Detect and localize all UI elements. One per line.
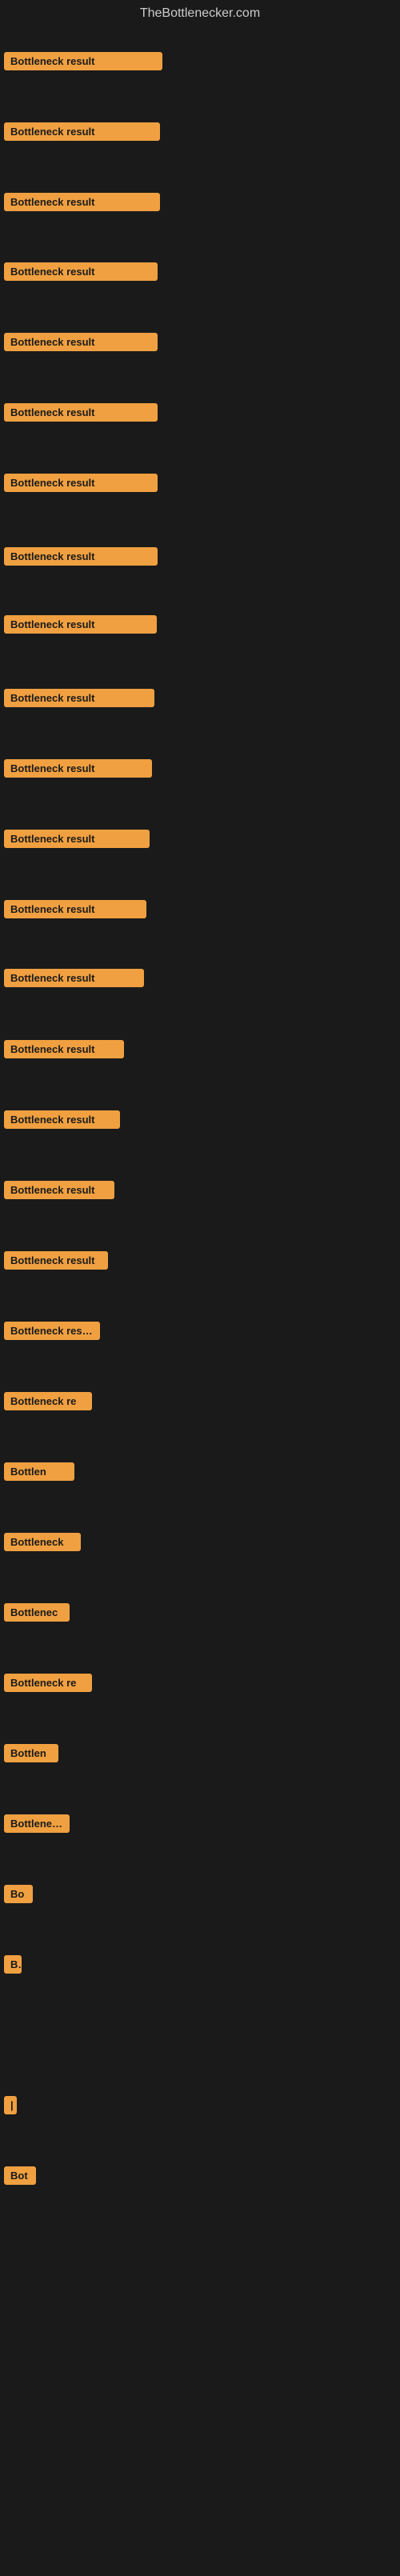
bottleneck-badge[interactable]: Bottleneck result — [4, 759, 152, 778]
result-row-1: Bottleneck result — [0, 46, 166, 81]
bottleneck-badge[interactable]: Bottlen — [4, 1462, 74, 1481]
bottleneck-badge[interactable]: Bottleneck result — [4, 1040, 124, 1058]
result-row-3: Bottleneck result — [0, 186, 164, 222]
result-row-25: Bottlen — [0, 1738, 62, 1773]
result-row-28: B — [0, 1949, 26, 1984]
result-row-21: Bottlen — [0, 1456, 78, 1491]
result-row-10: Bottleneck result — [0, 682, 158, 718]
result-row-4: Bottleneck result — [0, 256, 162, 291]
result-row-31: Bot — [0, 2160, 40, 2195]
result-row-19: Bottleneck result — [0, 1315, 104, 1350]
bottleneck-badge[interactable]: Bottleneck result — [4, 193, 160, 211]
result-row-6: Bottleneck result — [0, 397, 162, 432]
result-row-12: Bottleneck result — [0, 823, 154, 858]
result-row-2: Bottleneck result — [0, 116, 164, 151]
result-row-17: Bottleneck result — [0, 1174, 118, 1210]
result-row — [0, 2442, 400, 2506]
bottleneck-badge[interactable]: Bottleneck result — [4, 262, 158, 281]
bottleneck-badge[interactable]: Bottleneck result — [4, 122, 160, 141]
result-row-26: Bottleneck — [0, 1808, 74, 1843]
result-row — [0, 2371, 400, 2435]
bottleneck-badge[interactable]: Bottleneck result — [4, 52, 162, 70]
bottleneck-badge[interactable]: Bo — [4, 1885, 33, 1903]
bottleneck-badge[interactable]: Bottlenec — [4, 1603, 70, 1622]
result-row-8: Bottleneck result — [0, 541, 162, 576]
site-title: TheBottlenecker.com — [0, 0, 400, 24]
result-row-27: Bo — [0, 1878, 37, 1914]
bottleneck-badge[interactable]: Bottleneck — [4, 1533, 81, 1551]
bottleneck-badge[interactable]: Bottleneck result — [4, 1110, 120, 1129]
bottleneck-badge[interactable]: Bottleneck — [4, 1814, 70, 1833]
bottleneck-badge[interactable]: | — [4, 2096, 17, 2114]
result-row — [0, 2512, 400, 2576]
result-row-7: Bottleneck result — [0, 467, 162, 502]
result-row-13: Bottleneck result — [0, 894, 150, 929]
result-row-23: Bottlenec — [0, 1597, 74, 1632]
result-row-30: | — [0, 2090, 21, 2125]
bottleneck-badge[interactable]: Bottleneck result — [4, 403, 158, 422]
result-row-5: Bottleneck result — [0, 326, 162, 362]
result-row-16: Bottleneck result — [0, 1104, 124, 1139]
bottleneck-badge[interactable]: Bottleneck result — [4, 1251, 108, 1270]
result-row — [0, 2230, 400, 2294]
bottleneck-badge[interactable]: Bottleneck result — [4, 689, 154, 707]
bottleneck-badge[interactable]: Bot — [4, 2166, 36, 2185]
result-row-14: Bottleneck result — [0, 962, 148, 998]
bottleneck-badge[interactable]: Bottleneck result — [4, 1181, 114, 1199]
bottleneck-badge[interactable]: Bottleneck result — [4, 830, 150, 848]
result-row-24: Bottleneck re — [0, 1667, 96, 1702]
bottleneck-badge[interactable]: Bottleneck result — [4, 1322, 100, 1340]
bottleneck-badge[interactable]: Bottleneck result — [4, 474, 158, 492]
result-row-22: Bottleneck — [0, 1526, 85, 1562]
bottleneck-badge[interactable]: Bottlen — [4, 1744, 58, 1762]
result-row-9: Bottleneck result — [0, 609, 161, 644]
bottleneck-badge[interactable]: Bottleneck re — [4, 1392, 92, 1410]
bottleneck-badge[interactable]: B — [4, 1955, 22, 1974]
page-container: TheBottlenecker.com Bottleneck result Bot… — [0, 0, 400, 2560]
bottleneck-badge[interactable]: Bottleneck result — [4, 547, 158, 566]
bottleneck-badge[interactable]: Bottleneck result — [4, 615, 157, 634]
result-row-15: Bottleneck result — [0, 1034, 128, 1069]
bottleneck-badge[interactable]: Bottleneck result — [4, 969, 144, 987]
result-row-20: Bottleneck re — [0, 1386, 96, 1421]
bottleneck-badge[interactable]: Bottleneck re — [4, 1674, 92, 1692]
result-row-18: Bottleneck result — [0, 1245, 112, 1280]
bottleneck-badge[interactable]: Bottleneck result — [4, 333, 158, 351]
result-row-11: Bottleneck result — [0, 753, 156, 788]
result-row — [0, 2301, 400, 2365]
bottleneck-badge[interactable]: Bottleneck result — [4, 900, 146, 918]
result-row — [0, 2019, 400, 2083]
